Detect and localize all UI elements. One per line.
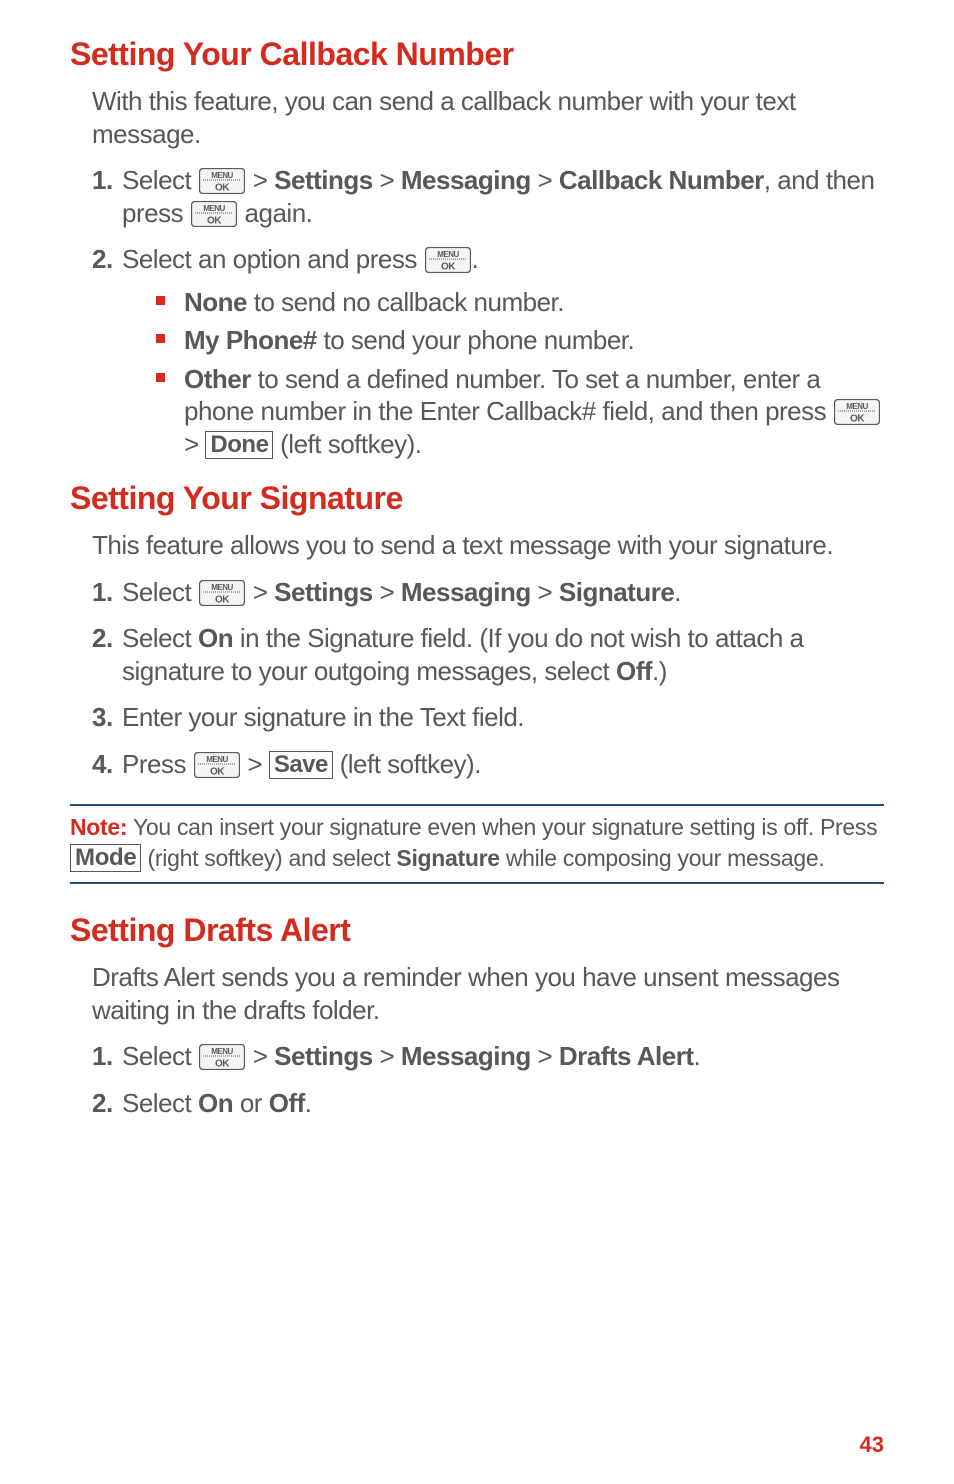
bullet-text: to send a defined number. To set a numbe… <box>184 364 833 427</box>
menu-ok-icon <box>199 1044 245 1070</box>
option-off: Off <box>269 1088 305 1118</box>
note-text: while composing your message. <box>500 845 825 871</box>
bullet-myphone: My Phone# to send your phone number. <box>156 324 884 363</box>
step-text: Select <box>122 577 198 607</box>
done-softkey: Done <box>205 431 273 459</box>
step-2-signature: Select On in the Signature field. (If yo… <box>92 622 884 701</box>
option-off: Off <box>616 656 652 686</box>
menu-path: Settings <box>274 165 373 195</box>
section-heading-callback: Setting Your Callback Number <box>70 36 884 73</box>
option-on: On <box>198 623 233 653</box>
menu-path: Signature <box>559 577 674 607</box>
bullet-icon <box>156 334 165 343</box>
bullet-text: to send your phone number. <box>317 325 635 355</box>
bullet-label: Other <box>184 364 251 394</box>
step-text: . <box>305 1088 312 1118</box>
step-text: . <box>674 577 681 607</box>
step-4-signature: Press > Save (left softkey). <box>92 748 884 795</box>
step-2-callback: Select an option and press . None to sen… <box>92 243 884 480</box>
step-text: Press <box>122 749 193 779</box>
note-label: Note: <box>70 814 127 840</box>
step-1-drafts: Select > Settings > Messaging > Drafts A… <box>92 1040 884 1087</box>
mode-softkey: Mode <box>70 844 141 872</box>
step-3-signature: Enter your signature in the Text field. <box>92 701 884 748</box>
note-text: You can insert your signature even when … <box>127 814 877 840</box>
step-text: Select <box>122 1088 198 1118</box>
step-1-callback: Select > Settings > Messaging > Callback… <box>92 164 884 243</box>
step-text: (left softkey). <box>333 749 481 779</box>
step-text: Select <box>122 1041 198 1071</box>
step-text: Select an option and press <box>122 244 424 274</box>
menu-path: Messaging <box>401 1041 531 1071</box>
menu-ok-icon <box>425 247 471 273</box>
section-heading-signature: Setting Your Signature <box>70 480 884 517</box>
step-text: . <box>694 1041 701 1071</box>
menu-ok-icon <box>191 201 237 227</box>
note-text: (right softkey) and select <box>141 845 396 871</box>
menu-path: Callback Number <box>559 165 764 195</box>
menu-path: Messaging <box>401 165 531 195</box>
steps-list-drafts: Select > Settings > Messaging > Drafts A… <box>92 1040 884 1133</box>
menu-path: Drafts Alert <box>559 1041 694 1071</box>
bullet-none: None to send no callback number. <box>156 286 884 325</box>
note-bold-text: Signature <box>396 845 499 871</box>
step-text: .) <box>652 656 667 686</box>
menu-path: Messaging <box>401 577 531 607</box>
section-intro-callback: With this feature, you can send a callba… <box>92 85 884 150</box>
bullet-text: (left softkey). <box>273 429 421 459</box>
manual-page: Setting Your Callback Number With this f… <box>0 0 954 1484</box>
option-on: On <box>198 1088 233 1118</box>
bullet-label: None <box>184 287 247 317</box>
bullet-label: My Phone# <box>184 325 317 355</box>
bullet-other: Other to send a defined number. To set a… <box>156 363 884 467</box>
section-intro-drafts: Drafts Alert sends you a reminder when y… <box>92 961 884 1026</box>
step-2-drafts: Select On or Off. <box>92 1087 884 1134</box>
save-softkey: Save <box>269 751 333 779</box>
bullet-icon <box>156 373 165 382</box>
bullet-list: None to send no callback number. My Phon… <box>156 286 884 467</box>
steps-list-callback: Select > Settings > Messaging > Callback… <box>92 164 884 480</box>
steps-list-signature: Select > Settings > Messaging > Signatur… <box>92 576 884 795</box>
menu-ok-icon <box>199 168 245 194</box>
section-heading-drafts: Setting Drafts Alert <box>70 912 884 949</box>
menu-ok-icon <box>194 752 240 778</box>
bullet-icon <box>156 296 165 305</box>
step-text: or <box>233 1088 269 1118</box>
step-text: Select <box>122 623 198 653</box>
page-number: 43 <box>860 1432 884 1458</box>
step-1-signature: Select > Settings > Messaging > Signatur… <box>92 576 884 623</box>
step-text: Select <box>122 165 198 195</box>
bullet-text: to send no callback number. <box>247 287 564 317</box>
menu-path: Settings <box>274 577 373 607</box>
menu-ok-icon <box>199 580 245 606</box>
section-intro-signature: This feature allows you to send a text m… <box>92 529 884 562</box>
menu-ok-icon <box>834 399 880 425</box>
step-text: again. <box>238 198 313 228</box>
menu-path: Settings <box>274 1041 373 1071</box>
note-box: Note: You can insert your signature even… <box>70 804 884 884</box>
